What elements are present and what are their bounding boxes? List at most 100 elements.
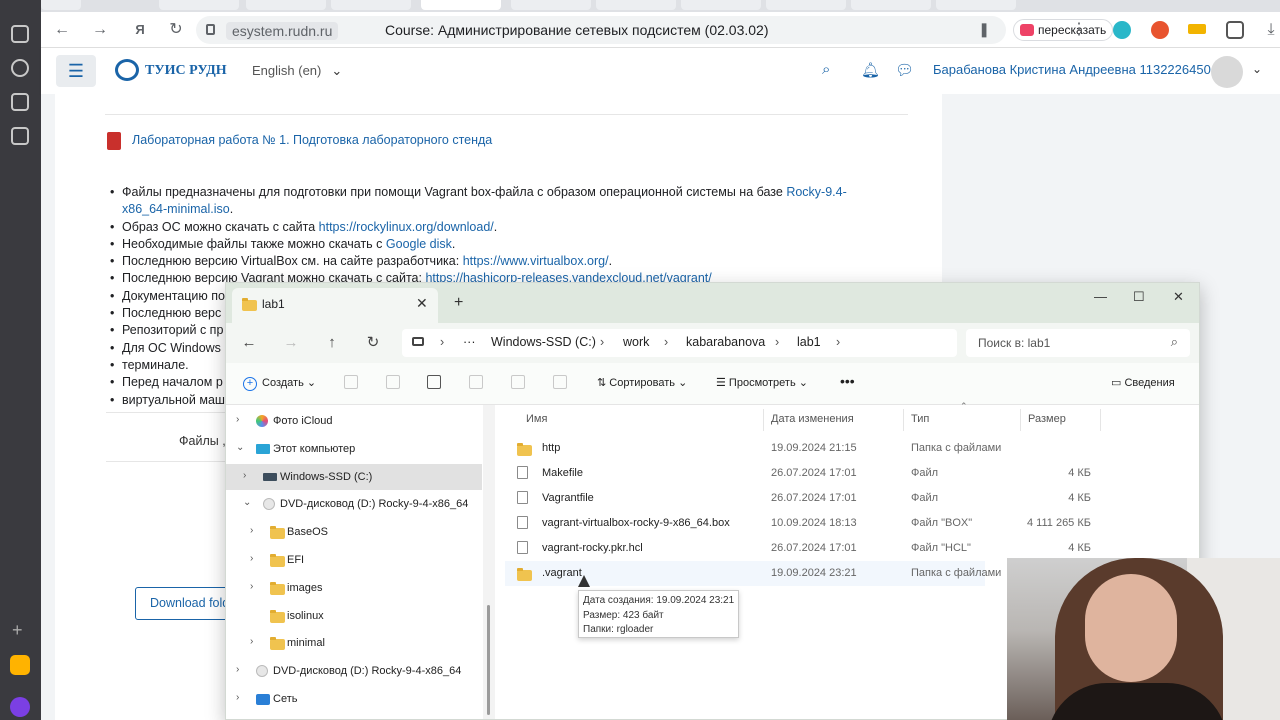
chevron-right-icon[interactable]: › <box>243 470 246 481</box>
browser-tab[interactable] <box>936 0 1016 10</box>
list-item-link[interactable]: https://rockylinux.org/download/ <box>319 220 494 234</box>
extension-icon[interactable] <box>1113 21 1131 39</box>
retell-button[interactable]: пересказать <box>1013 19 1114 41</box>
chevron-right-icon[interactable]: › <box>250 553 253 564</box>
play-icon[interactable] <box>11 59 29 77</box>
browser-tab[interactable] <box>851 0 931 10</box>
browser-tab[interactable] <box>766 0 846 10</box>
new-tab-button[interactable]: + <box>454 294 463 312</box>
site-brand[interactable]: ТУИС РУДН <box>145 63 227 79</box>
tree-item[interactable]: › DVD-дисковод (D:) Rocky-9-4-x86_64 <box>226 658 482 684</box>
rudn-logo-icon[interactable] <box>115 59 139 81</box>
reload-button[interactable]: ↻ <box>164 18 188 42</box>
file-row[interactable]: http 19.09.2024 21:15 Папка с файлами <box>505 436 1001 461</box>
close-window-button[interactable]: ✕ <box>1173 289 1184 305</box>
up-button[interactable]: ↑ <box>319 330 345 356</box>
camera-icon[interactable] <box>11 127 29 145</box>
tree-scrollbar[interactable] <box>487 605 490 715</box>
column-header-type[interactable]: Тип <box>911 413 929 425</box>
close-tab-icon[interactable]: ✕ <box>416 295 428 312</box>
file-row[interactable]: vagrant-virtualbox-rocky-9-x86_64.box 10.… <box>505 511 1091 536</box>
menu-toggle-button[interactable]: ☰ <box>56 55 96 87</box>
browser-tab[interactable] <box>246 0 326 10</box>
column-header-size[interactable]: Размер <box>1028 413 1066 425</box>
bookmark-icon[interactable]: ❚ <box>978 21 990 38</box>
chevron-down-icon[interactable]: ⌄ <box>236 442 244 453</box>
details-button[interactable]: ▭ Сведения <box>1111 376 1175 389</box>
chevron-right-icon[interactable]: › <box>236 664 239 675</box>
breadcrumb-chevron-icon[interactable]: › <box>836 335 840 349</box>
more-menu-icon[interactable]: ⋮ <box>1067 18 1091 42</box>
chevron-right-icon[interactable]: › <box>250 636 253 647</box>
file-row[interactable]: Vagrantfile 26.07.2024 17:01 Файл 4 КБ <box>505 486 1091 511</box>
file-row[interactable]: vagrant-rocky.pkr.hcl 26.07.2024 17:01 Фай… <box>505 536 1091 561</box>
column-header-date[interactable]: Дата изменения <box>771 413 854 425</box>
chevron-right-icon[interactable]: › <box>236 414 239 425</box>
back-button[interactable]: ← <box>50 18 74 42</box>
list-item-link[interactable]: https://www.virtualbox.org/ <box>463 254 609 268</box>
tree-item[interactable]: › Сеть <box>226 686 482 712</box>
chevron-right-icon[interactable]: › <box>250 581 253 592</box>
breadcrumb-more[interactable]: ··· <box>463 335 476 349</box>
refresh-button[interactable]: ↻ <box>360 330 386 356</box>
search-input[interactable]: Поиск в: lab1 ⌕ <box>966 329 1190 357</box>
avatar[interactable] <box>1211 56 1243 88</box>
tree-item[interactable]: › minimal <box>226 630 482 656</box>
tree-item[interactable]: ⌄ Этот компьютер <box>226 436 482 462</box>
browser-tab[interactable] <box>41 0 81 10</box>
tree-item[interactable]: isolinux <box>226 603 482 629</box>
browser-tab[interactable] <box>331 0 411 10</box>
messages-icon[interactable]: 💬︎ <box>895 61 914 79</box>
column-divider[interactable] <box>1100 409 1101 431</box>
cut-icon[interactable] <box>344 375 358 389</box>
pane-splitter[interactable] <box>483 405 495 719</box>
tree-item[interactable]: › Фото iCloud <box>226 408 482 434</box>
column-divider[interactable] <box>763 409 764 431</box>
market-app-icon[interactable] <box>10 655 30 675</box>
back-button[interactable]: ← <box>236 330 262 356</box>
browser-tab[interactable] <box>159 0 239 10</box>
tree-item[interactable]: › images <box>226 575 482 601</box>
breadcrumb-item[interactable]: lab1 <box>797 335 821 349</box>
view-button[interactable]: ☰ Просмотреть ⌄ <box>716 376 808 389</box>
more-options-icon[interactable]: ••• <box>840 373 855 389</box>
minimize-button[interactable]: — <box>1094 289 1107 304</box>
documents-icon[interactable] <box>11 25 29 43</box>
add-app-icon[interactable]: + <box>12 620 23 641</box>
chevron-right-icon[interactable]: › <box>236 692 239 703</box>
language-selector[interactable]: English (en) ⌄ <box>252 63 342 79</box>
forward-button[interactable]: → <box>88 18 112 42</box>
address-bar[interactable]: esystem.rudn.ru Course: Администрировани… <box>196 16 1006 44</box>
create-button[interactable]: + Создать ⌄ <box>243 376 316 391</box>
breadcrumb-item[interactable]: kabarabanova <box>686 335 765 349</box>
explorer-tab[interactable]: lab1 ✕ <box>232 288 438 323</box>
browser-tab[interactable] <box>511 0 591 10</box>
breadcrumb[interactable]: › ··· Windows-SSD (C:) › work › kabaraba… <box>402 329 957 357</box>
extension-icon[interactable] <box>1151 21 1169 39</box>
calendar-icon[interactable] <box>11 93 29 111</box>
list-item-link[interactable]: Google disk <box>386 237 452 251</box>
user-menu-chevron-icon[interactable]: ⌄ <box>1252 62 1262 76</box>
user-name[interactable]: Барабанова Кристина Андреевна 1132226450 <box>933 62 1211 77</box>
browser-tab-active[interactable] <box>421 0 501 10</box>
search-icon[interactable]: ⌕ <box>822 61 830 78</box>
rename-icon[interactable] <box>469 375 483 389</box>
column-divider[interactable] <box>1020 409 1021 431</box>
maximize-button[interactable]: ☐ <box>1133 289 1145 305</box>
sort-button[interactable]: ⇅ Сортировать ⌄ <box>597 376 687 389</box>
yandex-icon[interactable]: Я <box>128 18 152 42</box>
file-row[interactable]: Makefile 26.07.2024 17:01 Файл 4 КБ <box>505 461 1091 486</box>
copy-icon[interactable] <box>386 375 400 389</box>
delete-icon[interactable] <box>553 375 567 389</box>
folder-label[interactable]: Файлы , <box>179 434 226 448</box>
battery-icon[interactable] <box>1188 24 1206 34</box>
notifications-bell-icon[interactable]: 🔔︎ <box>861 61 880 79</box>
tree-item[interactable]: › BaseOS <box>226 519 482 545</box>
tree-item[interactable]: › Windows-SSD (C:) <box>226 463 482 490</box>
tree-item[interactable]: › EFI <box>226 547 482 573</box>
breadcrumb-item[interactable]: work <box>623 335 649 349</box>
chevron-right-icon[interactable]: › <box>250 525 253 536</box>
assistant-icon[interactable] <box>10 697 30 717</box>
file-row[interactable]: .vagrant 19.09.2024 23:21 Папка с файлами <box>505 561 1001 586</box>
browser-tab[interactable] <box>596 0 676 10</box>
